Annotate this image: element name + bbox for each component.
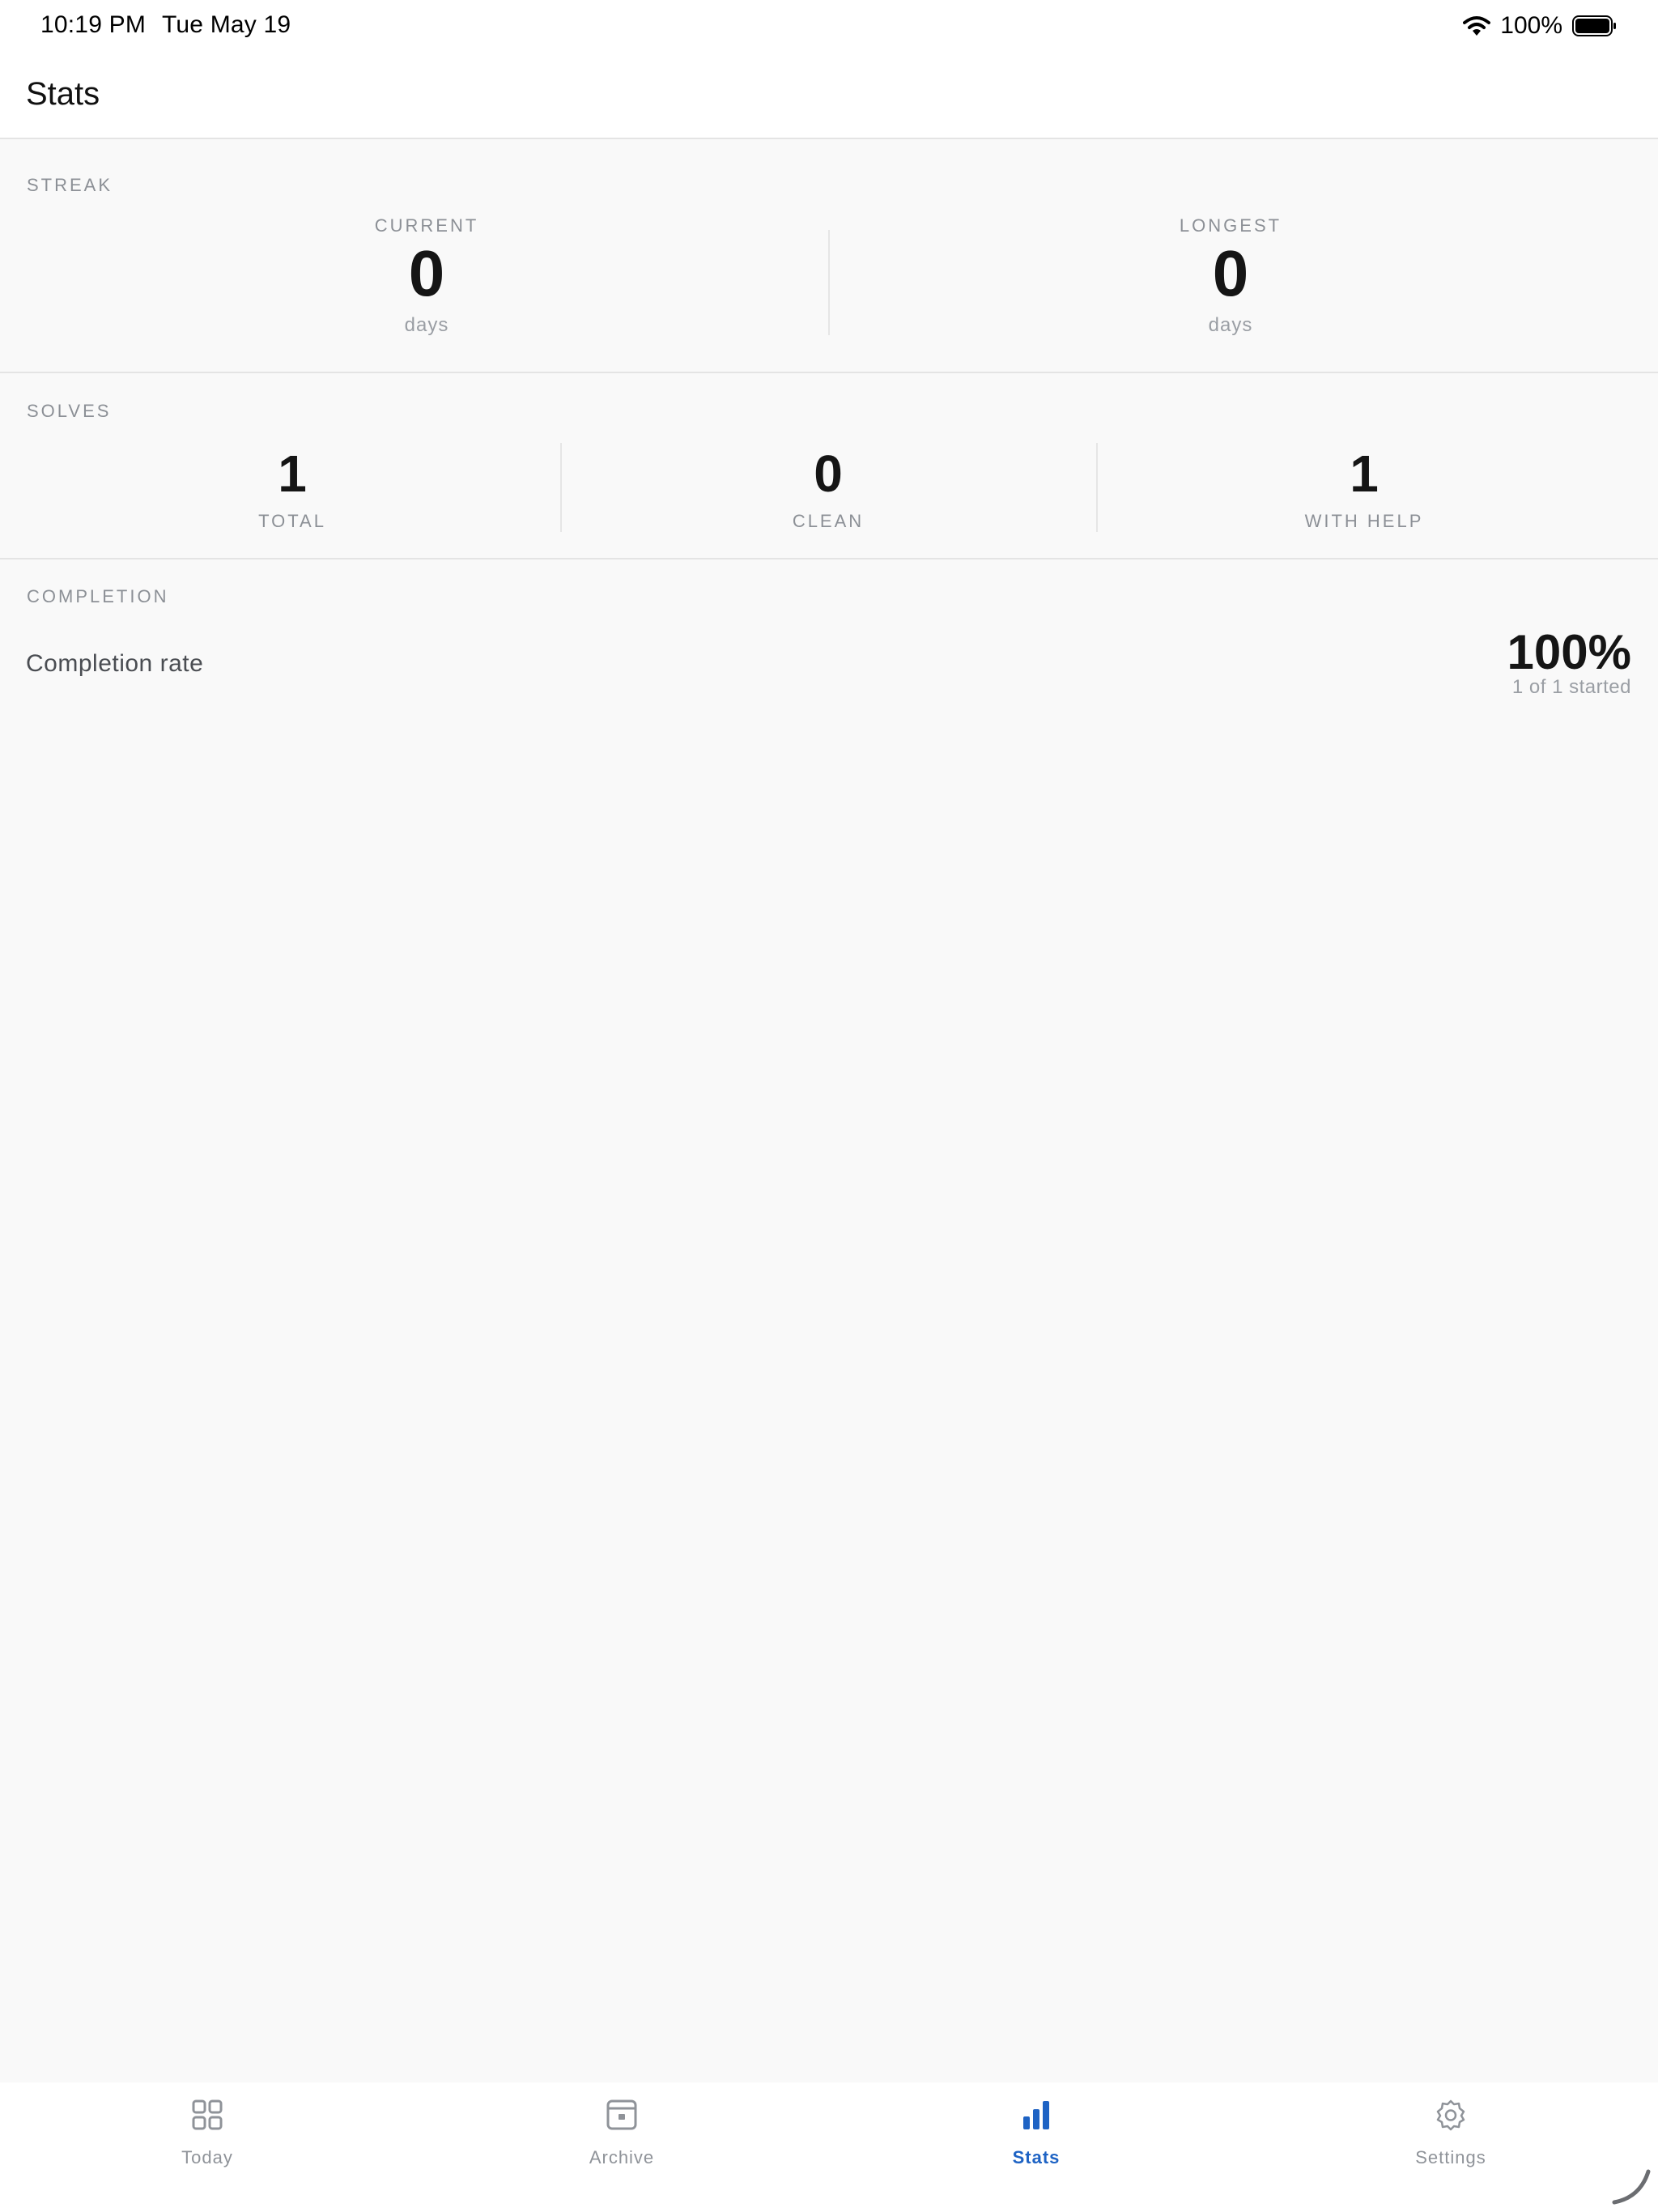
tab-bar: Today Archive Stats Settings bbox=[0, 2082, 1658, 2212]
tab-settings-label: Settings bbox=[1415, 2147, 1486, 2167]
status-date: Tue May 19 bbox=[162, 11, 291, 38]
tab-stats[interactable]: Stats bbox=[829, 2082, 1244, 2212]
status-indicators: 100% bbox=[1463, 11, 1618, 40]
completion-rate-label: Completion rate bbox=[26, 650, 204, 677]
status-clock: 10:19 PM bbox=[40, 11, 147, 38]
longest-streak-unit: days bbox=[1208, 314, 1253, 336]
solves-section: SOLVES 1 TOTAL 0 CLEAN 1 WITH HELP bbox=[0, 373, 1658, 559]
longest-streak-value: 0 bbox=[1212, 237, 1249, 309]
archive-icon bbox=[606, 2099, 637, 2130]
tab-stats-label: Stats bbox=[1012, 2147, 1061, 2167]
grid-icon bbox=[192, 2099, 223, 2130]
battery-icon bbox=[1572, 15, 1616, 36]
streak-section: STREAK CURRENT 0 days LONGEST 0 days bbox=[0, 141, 1658, 373]
longest-streak-label: LONGEST bbox=[1179, 215, 1282, 236]
streak-divider bbox=[828, 230, 830, 335]
solves-total-value: 1 bbox=[278, 445, 307, 503]
bar-chart-icon bbox=[1023, 2101, 1049, 2129]
streak-section-label: STREAK bbox=[27, 175, 113, 195]
completion-section: COMPLETION Completion rate 100% 1 of 1 s… bbox=[0, 559, 1658, 721]
status-time: 10:19 PM Tue May 19 bbox=[40, 11, 307, 39]
current-streak-value: 0 bbox=[408, 237, 445, 309]
solves-with-help-label: WITH HELP bbox=[1304, 511, 1424, 531]
current-streak-label: CURRENT bbox=[374, 215, 479, 236]
solves-clean-label: CLEAN bbox=[792, 511, 865, 531]
longest-streak: LONGEST 0 days bbox=[1069, 215, 1392, 337]
page-title: Stats bbox=[26, 76, 100, 112]
navigation-bar: Stats bbox=[0, 52, 1658, 139]
tab-settings[interactable]: Settings bbox=[1244, 2082, 1658, 2212]
solves-divider-1 bbox=[560, 443, 562, 532]
completion-section-label: COMPLETION bbox=[27, 586, 169, 606]
tab-today[interactable]: Today bbox=[0, 2082, 414, 2212]
battery-percent: 100% bbox=[1500, 12, 1562, 39]
tab-today-label: Today bbox=[181, 2147, 233, 2167]
gear-icon bbox=[1436, 2099, 1465, 2131]
solves-with-help: 1 WITH HELP bbox=[1202, 448, 1526, 532]
current-streak-unit: days bbox=[404, 314, 449, 336]
completion-rate-value: 100% bbox=[1507, 625, 1631, 679]
solves-total: 1 TOTAL bbox=[130, 448, 454, 532]
completion-rate-detail: 1 of 1 started bbox=[1511, 676, 1631, 698]
solves-total-label: TOTAL bbox=[258, 511, 326, 531]
status-bar: 10:19 PM Tue May 19 100% bbox=[0, 0, 1658, 52]
solves-clean-value: 0 bbox=[814, 445, 843, 503]
current-streak: CURRENT 0 days bbox=[265, 215, 589, 337]
home-indicator[interactable] bbox=[1611, 2167, 1652, 2206]
solves-clean: 0 CLEAN bbox=[666, 448, 990, 532]
wifi-icon bbox=[1463, 16, 1491, 36]
solves-section-label: SOLVES bbox=[27, 401, 112, 421]
solves-divider-2 bbox=[1096, 443, 1098, 532]
solves-with-help-value: 1 bbox=[1350, 445, 1379, 503]
tab-archive[interactable]: Archive bbox=[414, 2082, 829, 2212]
tab-archive-label: Archive bbox=[589, 2147, 655, 2167]
